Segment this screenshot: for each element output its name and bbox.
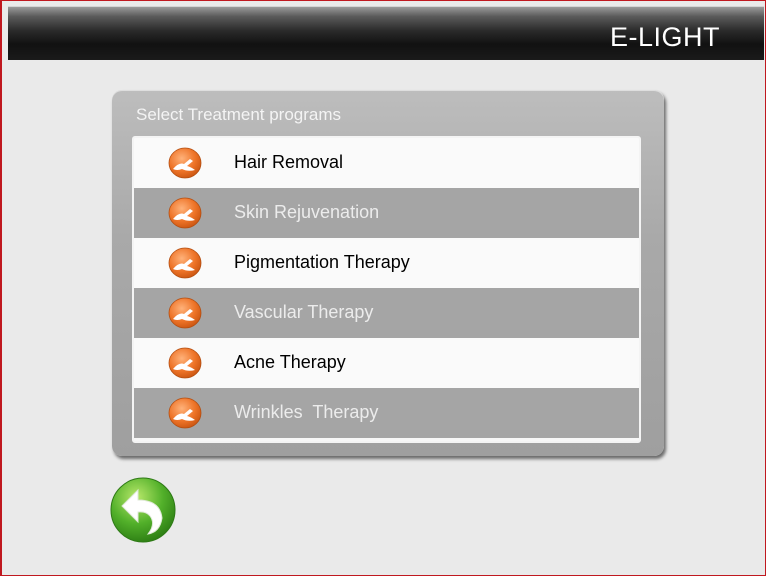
- treatment-label: Hair Removal: [234, 152, 344, 172]
- treatment-icon: [168, 347, 202, 379]
- treatment-label: Acne Therapy: [234, 352, 346, 372]
- treatment-item-pigmentation-therapy[interactable]: Pigmentation Therapy: [134, 238, 639, 288]
- treatment-icon: [168, 197, 202, 229]
- app-title: E-LIGHT: [609, 22, 720, 52]
- treatment-label: Wrinkles Therapy: [234, 402, 379, 422]
- treatment-icon: [168, 147, 202, 179]
- treatment-label: Skin Rejuvenation: [234, 202, 380, 222]
- treatment-icon: [168, 297, 202, 329]
- treatment-label: Vascular Therapy: [234, 302, 374, 322]
- treatment-item-skin-rejuvenation[interactable]: Skin Rejuvenation: [134, 188, 639, 238]
- treatment-item-vascular-therapy[interactable]: Vascular Therapy: [134, 288, 639, 338]
- header-bar: E-LIGHT: [8, 6, 764, 60]
- treatment-panel: Select Treatment programs Hair Removal S…: [112, 90, 664, 456]
- back-arrow-icon: [110, 477, 176, 543]
- panel-title: Select Treatment programs: [136, 105, 342, 124]
- treatment-label: Pigmentation Therapy: [234, 252, 410, 272]
- back-button[interactable]: [108, 476, 178, 544]
- treatment-item-hair-removal[interactable]: Hair Removal: [134, 138, 639, 188]
- treatment-list: Hair Removal Skin Rejuvenation Pigmentat…: [132, 136, 641, 443]
- treatment-icon: [168, 397, 202, 429]
- treatment-icon: [168, 247, 202, 279]
- treatment-item-acne-therapy[interactable]: Acne Therapy: [134, 338, 639, 388]
- treatment-item-wrinkles-therapy[interactable]: Wrinkles Therapy: [134, 388, 639, 438]
